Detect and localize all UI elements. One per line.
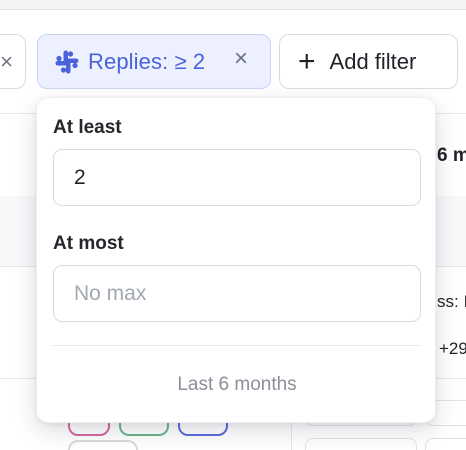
divider <box>53 345 421 346</box>
close-icon[interactable]: × <box>234 47 248 71</box>
filter-chip-label: Replies: ≥ 2 <box>88 48 206 74</box>
replies-range-popover: At least At most Last 6 months <box>36 97 436 423</box>
row-count-peek: +29 <box>439 339 466 358</box>
date-range-link[interactable]: Last 6 months <box>37 374 437 396</box>
tag-pill <box>425 438 466 450</box>
min-input[interactable] <box>53 149 421 206</box>
plus-icon: + <box>298 44 316 78</box>
column-header-peek: 6 m <box>437 145 466 166</box>
previous-filter-chip[interactable]: × <box>0 34 26 89</box>
row-cell-peek: ss: I <box>437 292 466 311</box>
replies-filter-chip[interactable]: Replies: ≥ 2 × <box>37 34 271 89</box>
slack-icon <box>55 50 79 73</box>
add-filter-button[interactable]: + Add filter <box>279 34 458 89</box>
app-top-strip <box>0 0 466 10</box>
avatar-chip <box>68 440 138 450</box>
tag-pill <box>305 438 417 450</box>
max-input[interactable] <box>53 265 421 322</box>
min-label: At least <box>53 117 122 138</box>
close-icon[interactable]: × <box>0 49 13 75</box>
max-label: At most <box>53 233 124 254</box>
add-filter-label: Add filter <box>329 48 417 74</box>
